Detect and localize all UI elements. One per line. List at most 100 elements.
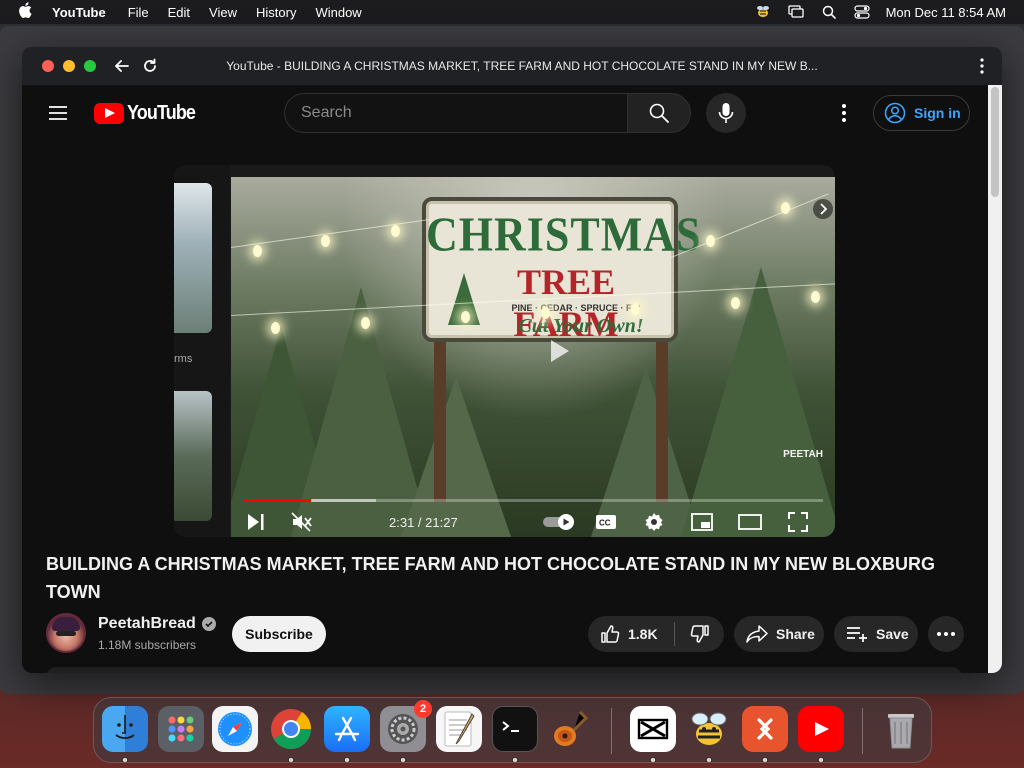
side-thumbnail-top[interactable] — [174, 183, 212, 333]
next-video-chevron-icon[interactable] — [813, 199, 833, 219]
add-to-playlist-icon — [847, 627, 867, 642]
running-indicator — [707, 758, 711, 762]
sign-in-label: Sign in — [914, 105, 961, 121]
screen-mirroring-icon[interactable] — [787, 4, 804, 20]
back-arrow-icon[interactable] — [111, 55, 133, 77]
youtube-wordmark: YouTube — [127, 102, 196, 124]
voice-search-button[interactable] — [706, 93, 746, 133]
trash-icon[interactable] — [878, 706, 924, 752]
search-button[interactable] — [627, 93, 691, 133]
next-button[interactable] — [243, 509, 269, 535]
running-indicator — [289, 758, 293, 762]
minimize-window-button[interactable] — [63, 60, 75, 72]
dislike-button[interactable] — [675, 616, 724, 652]
thumbs-down-icon — [690, 625, 709, 643]
menu-window[interactable]: Window — [315, 5, 361, 20]
save-label: Save — [876, 626, 909, 642]
autoplay-toggle-icon — [543, 514, 574, 530]
reload-icon[interactable] — [139, 55, 161, 77]
svg-text:CC: CC — [599, 519, 611, 528]
settings-button[interactable] — [641, 509, 667, 535]
dock: 2 — [93, 697, 932, 763]
time-display: 2:31 / 21:27 — [389, 515, 458, 530]
remote-desktop-icon[interactable] — [742, 706, 788, 752]
menu-history[interactable]: History — [256, 5, 296, 20]
like-button[interactable]: 1.8K — [588, 616, 674, 652]
subscribe-button[interactable]: Subscribe — [232, 616, 326, 652]
sign-in-button[interactable]: Sign in — [873, 95, 970, 131]
gear-icon — [645, 513, 663, 531]
string-light — [631, 303, 640, 315]
control-center-icon[interactable] — [853, 4, 870, 20]
string-light — [253, 245, 262, 257]
traffic-lights — [42, 60, 105, 72]
sign-post-right — [656, 342, 668, 502]
menu-view[interactable]: View — [209, 5, 237, 20]
garageband-icon[interactable] — [548, 706, 594, 752]
fullscreen-button[interactable] — [785, 509, 811, 535]
scrollbar-thumb[interactable] — [991, 87, 999, 197]
sign-line4: Cut Your Own! — [518, 315, 644, 337]
menu-file[interactable]: File — [128, 5, 149, 20]
search-input[interactable] — [301, 104, 601, 122]
app-store-icon[interactable] — [324, 706, 370, 752]
safari-icon[interactable] — [212, 706, 258, 752]
apple-icon[interactable] — [18, 2, 36, 22]
miniplayer-button[interactable] — [689, 509, 715, 535]
mute-button[interactable] — [289, 509, 315, 535]
more-actions-button[interactable] — [928, 616, 964, 652]
bee-app-icon[interactable] — [686, 706, 732, 752]
system-settings-icon[interactable]: 2 — [380, 700, 432, 752]
closed-captions-icon: CC — [596, 515, 616, 529]
browser-window: YouTube - BUILDING A CHRISTMAS MARKET, T… — [22, 47, 1002, 673]
string-light — [321, 235, 330, 247]
video-frame[interactable]: CHRISTMAS TREE FARM PINE · CEDAR · SPRUC… — [231, 177, 835, 537]
string-light — [391, 225, 400, 237]
menu-bar: YouTube File Edit View History Window Mo… — [0, 0, 1024, 24]
menu-app-name[interactable]: YouTube — [52, 5, 106, 20]
account-icon — [884, 102, 906, 124]
chrome-icon[interactable] — [268, 706, 314, 752]
settings-kebab-icon[interactable] — [832, 101, 856, 125]
theater-mode-button[interactable] — [737, 509, 763, 535]
description-box[interactable] — [46, 667, 962, 673]
like-count: 1.8K — [628, 626, 658, 642]
menu-edit[interactable]: Edit — [168, 5, 190, 20]
subscriber-count: 1.18M subscribers — [98, 638, 197, 652]
center-play-icon[interactable] — [551, 340, 569, 362]
finder-icon[interactable] — [102, 706, 148, 752]
window-title: YouTube - BUILDING A CHRISTMAS MARKET, T… — [226, 59, 818, 73]
channel-avatar[interactable] — [46, 613, 86, 653]
video-player[interactable]: rms CHRISTMAS TREE FARM PINE · CEDAR · S… — [174, 165, 835, 537]
volume-muted-icon — [291, 512, 312, 532]
running-indicator — [401, 758, 405, 762]
skip-next-icon — [248, 514, 264, 530]
terminal-icon[interactable] — [492, 706, 538, 752]
channel-name[interactable]: PeetahBread — [98, 615, 196, 633]
string-light — [271, 322, 280, 334]
page-scrollbar[interactable] — [988, 85, 1002, 673]
string-light — [811, 291, 820, 303]
dock-separator — [611, 708, 612, 754]
string-light — [461, 311, 470, 323]
player-controls: 2:31 / 21:27 CC — [231, 507, 835, 537]
dock-separator — [862, 708, 863, 754]
launchpad-icon[interactable] — [158, 706, 204, 752]
autoplay-toggle[interactable] — [541, 509, 577, 535]
progress-bar[interactable] — [243, 499, 823, 502]
menu-clock[interactable]: Mon Dec 11 8:54 AM — [886, 5, 1006, 20]
save-button[interactable]: Save — [834, 616, 918, 652]
side-thumbnail-bottom[interactable] — [174, 391, 212, 521]
hamburger-menu-icon[interactable] — [46, 101, 70, 125]
textedit-icon[interactable] — [436, 706, 482, 752]
youtube-logo[interactable]: YouTube — [94, 102, 203, 125]
zoom-window-button[interactable] — [84, 60, 96, 72]
share-button[interactable]: Share — [734, 616, 824, 652]
capcut-icon[interactable] — [630, 706, 676, 752]
youtube-app-icon[interactable] — [798, 706, 844, 752]
spotlight-search-icon[interactable] — [821, 4, 837, 20]
bee-status-icon[interactable] — [755, 4, 771, 20]
browser-menu-kebab-icon[interactable] — [972, 56, 992, 76]
close-window-button[interactable] — [42, 60, 54, 72]
captions-button[interactable]: CC — [593, 509, 619, 535]
